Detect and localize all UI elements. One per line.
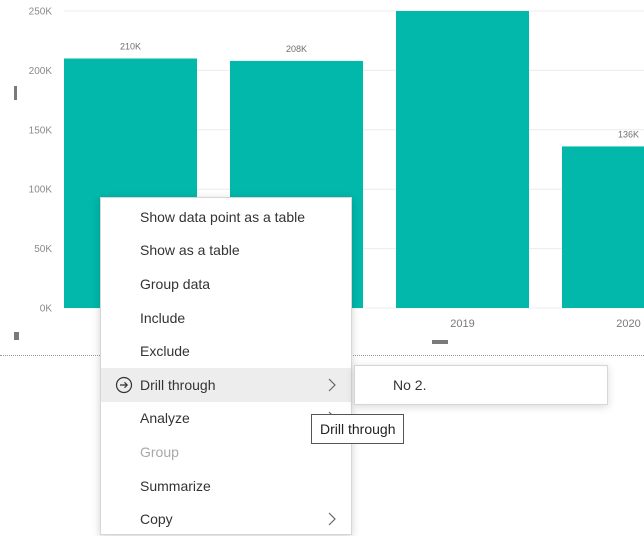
y-tick-label: 200K (29, 66, 53, 77)
resize-handle-left[interactable] (14, 86, 17, 100)
menu-item-summarize[interactable]: Summarize (101, 469, 351, 503)
menu-item-label: Show data point as a table (140, 208, 306, 225)
x-tick-label: 2019 (450, 318, 474, 330)
context-menu: Show data point as a table Show as a tab… (100, 197, 352, 535)
drill-through-submenu: No 2. (354, 365, 608, 405)
menu-item-label: Copy (140, 511, 173, 528)
y-tick-label: 0K (40, 304, 53, 315)
menu-item-group-data[interactable]: Group data (101, 267, 351, 301)
menu-item-label: Exclude (140, 343, 190, 360)
data-label: 210K (120, 42, 141, 52)
y-tick-label: 100K (29, 185, 53, 196)
data-label: 136K (618, 129, 639, 139)
menu-item-drill-through[interactable]: Drill through (101, 367, 351, 402)
y-tick-label: 150K (29, 125, 53, 136)
menu-item-label: Analyze (140, 410, 190, 427)
menu-item-exclude[interactable]: Exclude (101, 334, 351, 368)
resize-handle-bottom[interactable] (432, 340, 448, 344)
tooltip: Drill through (311, 414, 405, 444)
data-label: 208K (286, 44, 307, 54)
menu-item-include[interactable]: Include (101, 301, 351, 335)
chevron-right-icon (328, 378, 336, 392)
drill-through-icon (115, 376, 133, 394)
y-tick-label: 50K (34, 244, 52, 255)
chevron-right-icon (328, 512, 336, 526)
submenu-item-label: No 2. (393, 377, 427, 393)
y-tick-label: 250K (29, 7, 53, 18)
menu-item-label: Summarize (140, 477, 211, 494)
bar[interactable] (562, 146, 644, 308)
menu-item-label: Group data (140, 275, 211, 292)
submenu-item-no-2[interactable]: No 2. (355, 366, 607, 404)
menu-item-label: Show as a table (140, 242, 240, 259)
menu-item-copy[interactable]: Copy (101, 502, 351, 536)
bar[interactable] (396, 11, 529, 308)
menu-item-label: Drill through (140, 376, 216, 393)
x-tick-label: 2020 (616, 318, 640, 330)
menu-item-show-data-point-as-table[interactable]: Show data point as a table (101, 200, 351, 234)
resize-handle-bottom-left[interactable] (14, 332, 19, 340)
menu-item-label: Include (140, 309, 186, 326)
menu-item-label: Group (140, 443, 179, 460)
menu-item-show-as-table[interactable]: Show as a table (101, 234, 351, 268)
